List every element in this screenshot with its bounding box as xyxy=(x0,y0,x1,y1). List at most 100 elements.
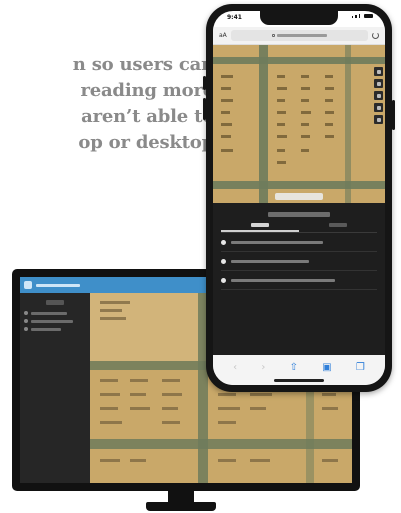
document-text xyxy=(221,149,233,152)
document-text xyxy=(218,407,240,410)
reader-mode-icon[interactable]: aA xyxy=(219,32,227,39)
headline-line-3: aren’t able to xyxy=(81,106,214,127)
document-text xyxy=(277,149,285,152)
desktop-sidebar xyxy=(20,293,90,483)
document-text xyxy=(100,317,126,320)
document-text xyxy=(325,87,334,90)
list-item-label xyxy=(231,278,335,282)
document-text xyxy=(130,379,148,382)
fullscreen-icon[interactable] xyxy=(374,103,383,112)
phone-screen: 9:41 aA ‹ › ⇧ ▣ ❐ xyxy=(213,11,385,385)
download-icon[interactable] xyxy=(374,115,383,124)
headline-line-1: n so users can xyxy=(72,54,214,75)
url-field[interactable] xyxy=(230,30,368,41)
list-item-label xyxy=(231,240,323,244)
browser-toolbar: ‹ › ⇧ ▣ ❐ xyxy=(213,355,385,385)
headline-line-4: op or desktop xyxy=(78,132,214,153)
document-text xyxy=(221,135,231,138)
signal-icon xyxy=(351,16,353,18)
document-text xyxy=(162,407,178,410)
document-text xyxy=(301,135,310,138)
document-text xyxy=(162,379,180,382)
document-text xyxy=(130,407,150,410)
document-text xyxy=(301,123,309,126)
panel-heading xyxy=(268,212,330,217)
document-text xyxy=(162,393,182,396)
sidebar-item[interactable] xyxy=(24,327,86,331)
mobile-phone: 9:41 aA ‹ › ⇧ ▣ ❐ xyxy=(203,4,395,392)
document-text xyxy=(322,459,338,462)
document-text xyxy=(221,75,233,78)
tab-inactive[interactable] xyxy=(299,223,377,232)
document-text xyxy=(301,99,309,102)
panel-list-item[interactable] xyxy=(221,252,377,271)
document-text xyxy=(301,87,310,90)
tab-active[interactable] xyxy=(221,223,299,232)
document-text xyxy=(100,301,130,304)
zoom-out-icon[interactable] xyxy=(374,79,383,88)
document-text xyxy=(218,421,236,424)
phone-document-viewer[interactable] xyxy=(213,45,385,203)
document-text xyxy=(325,135,334,138)
document-text xyxy=(322,407,338,410)
document-fold-band xyxy=(213,57,385,64)
document-text xyxy=(162,421,180,424)
tabs-icon[interactable]: ❐ xyxy=(356,362,365,373)
phone-side-button xyxy=(203,98,206,120)
document-text xyxy=(277,87,287,90)
document-fold-band xyxy=(213,181,385,189)
sidebar-tab[interactable] xyxy=(46,300,64,305)
viewer-toolbar xyxy=(374,67,383,124)
item-info-panel xyxy=(213,203,385,355)
url-text xyxy=(276,34,327,37)
document-text xyxy=(250,459,270,462)
signal-icon xyxy=(355,15,357,18)
document-text xyxy=(277,135,287,138)
zoom-in-icon[interactable] xyxy=(374,67,383,76)
document-text xyxy=(218,459,236,462)
panel-list-item[interactable] xyxy=(221,271,377,290)
forward-icon[interactable]: › xyxy=(261,362,265,373)
bookmarks-icon[interactable]: ▣ xyxy=(322,362,331,373)
document-text xyxy=(218,393,236,396)
rotate-icon[interactable] xyxy=(374,91,383,100)
document-text xyxy=(277,161,286,164)
share-icon[interactable]: ⇧ xyxy=(290,362,298,373)
document-text xyxy=(250,393,272,396)
sidebar-item[interactable] xyxy=(24,319,86,323)
status-time: 9:41 xyxy=(227,14,242,21)
document-text xyxy=(325,99,333,102)
document-text xyxy=(277,111,286,114)
document-text xyxy=(100,407,118,410)
document-text xyxy=(250,407,266,410)
document-text xyxy=(301,75,309,78)
status-icons xyxy=(351,14,373,18)
sidebar-item-label xyxy=(31,311,67,315)
signal-icon xyxy=(358,14,360,18)
sidebar-item-icon xyxy=(24,311,28,315)
list-item-icon xyxy=(221,277,226,283)
document-text xyxy=(100,379,118,382)
phone-side-button xyxy=(203,76,206,90)
document-text xyxy=(100,459,120,462)
reload-icon[interactable] xyxy=(372,32,379,39)
document-text xyxy=(100,309,122,312)
sidebar-item[interactable] xyxy=(24,311,86,315)
panel-list-item[interactable] xyxy=(221,233,377,252)
list-item-icon xyxy=(221,258,226,264)
phone-notch xyxy=(260,11,338,25)
document-text xyxy=(100,421,122,424)
document-fold-band xyxy=(345,45,351,203)
lock-icon xyxy=(271,34,275,37)
browser-url-bar[interactable]: aA xyxy=(213,27,385,45)
document-text xyxy=(301,111,311,114)
back-icon[interactable]: ‹ xyxy=(233,362,237,373)
document-text xyxy=(221,99,233,102)
document-text xyxy=(221,111,230,114)
panel-tabs xyxy=(221,223,377,233)
phone-side-button xyxy=(392,100,395,130)
list-item-label xyxy=(231,259,309,263)
document-text xyxy=(325,75,333,78)
battery-icon xyxy=(364,14,373,18)
document-text xyxy=(322,393,336,396)
